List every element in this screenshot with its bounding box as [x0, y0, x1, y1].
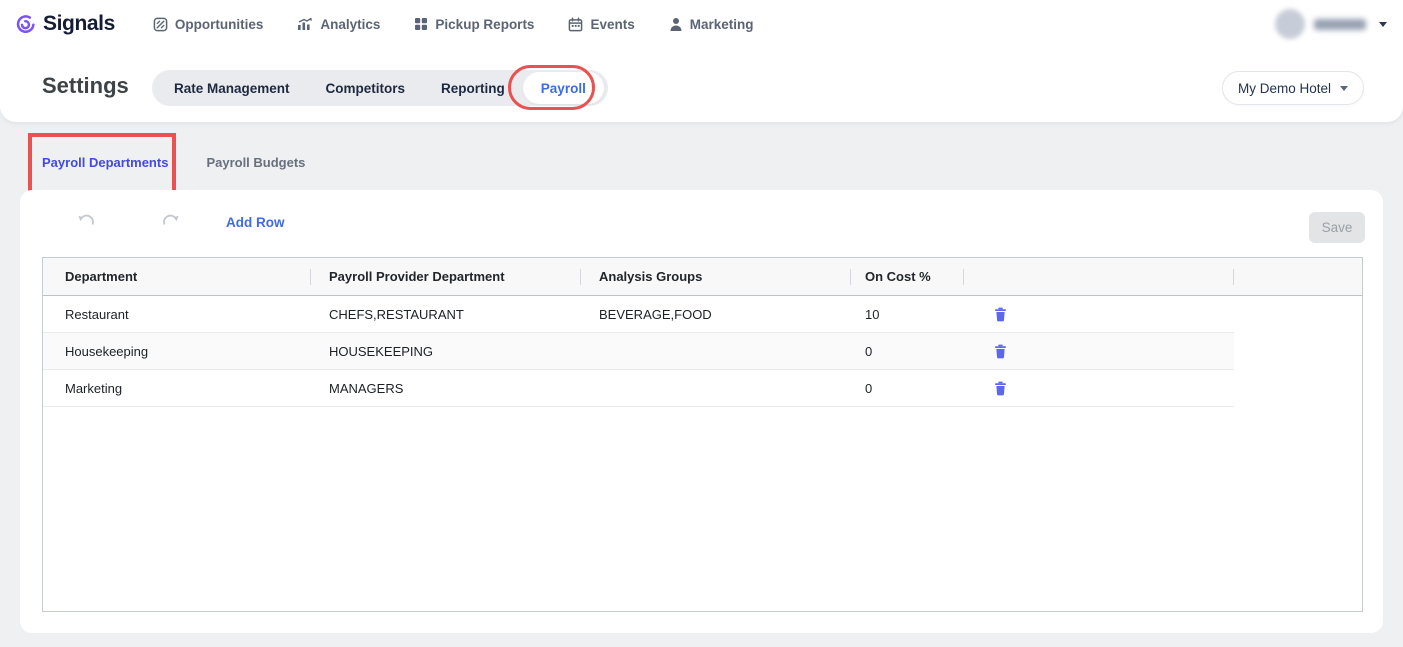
column-header-on-cost-pct[interactable]: On Cost %	[851, 258, 964, 295]
nav-label: Events	[590, 17, 634, 32]
settings-tab-group: Rate Management Competitors Reporting Pa…	[152, 70, 608, 106]
table-row[interactable]: Marketing MANAGERS 0	[43, 370, 1234, 407]
column-header-actions	[964, 258, 1234, 295]
cell-payroll-provider-department[interactable]: CHEFS,RESTAURANT	[311, 307, 581, 322]
column-header-payroll-provider-department[interactable]: Payroll Provider Department	[311, 258, 581, 295]
chevron-down-icon	[1340, 86, 1348, 91]
delete-row-button[interactable]	[994, 307, 1007, 322]
table-header-row: Department Payroll Provider Department A…	[43, 258, 1362, 296]
analytics-icon	[297, 17, 313, 31]
pickup-reports-icon	[414, 17, 428, 31]
tab-payroll[interactable]: Payroll	[523, 72, 604, 104]
table-row[interactable]: Housekeeping HOUSEKEEPING 0	[43, 333, 1234, 370]
subtab-payroll-departments[interactable]: Payroll Departments	[42, 155, 168, 182]
tab-competitors[interactable]: Competitors	[308, 70, 424, 106]
cell-analysis-groups[interactable]: BEVERAGE,FOOD	[581, 307, 851, 322]
nav-item-marketing[interactable]: Marketing	[669, 17, 754, 32]
nav-item-analytics[interactable]: Analytics	[297, 17, 380, 32]
table-row[interactable]: Restaurant CHEFS,RESTAURANT BEVERAGE,FOO…	[43, 296, 1234, 333]
subtab-label: Payroll Departments	[42, 155, 168, 170]
nav-item-pickup-reports[interactable]: Pickup Reports	[414, 17, 534, 32]
nav-label: Pickup Reports	[435, 17, 534, 32]
column-header-department[interactable]: Department	[43, 258, 311, 295]
trash-icon	[994, 307, 1007, 322]
brand-logo[interactable]: Signals	[14, 12, 115, 36]
events-icon	[568, 17, 583, 32]
undo-button[interactable]	[77, 212, 97, 233]
tab-reporting[interactable]: Reporting	[423, 70, 523, 106]
add-row-button[interactable]: Add Row	[226, 215, 285, 230]
trash-icon	[994, 381, 1007, 396]
cell-department[interactable]: Restaurant	[43, 307, 311, 322]
hotel-selector-label: My Demo Hotel	[1238, 81, 1331, 96]
redo-icon	[160, 212, 180, 228]
cell-department[interactable]: Marketing	[43, 381, 311, 396]
signals-logo-icon	[14, 13, 37, 36]
trash-icon	[994, 344, 1007, 359]
payroll-subtabs: Payroll Departments Payroll Budgets	[42, 155, 305, 182]
cell-department[interactable]: Housekeeping	[43, 344, 311, 359]
payroll-departments-table: Department Payroll Provider Department A…	[42, 257, 1363, 612]
nav-label: Marketing	[690, 17, 754, 32]
undo-icon	[77, 212, 97, 228]
chevron-down-icon	[1379, 22, 1387, 27]
cell-on-cost-pct[interactable]: 0	[851, 381, 964, 396]
nav-item-events[interactable]: Events	[568, 17, 634, 32]
nav-item-opportunities[interactable]: Opportunities	[153, 17, 264, 32]
cell-on-cost-pct[interactable]: 0	[851, 344, 964, 359]
delete-row-button[interactable]	[994, 381, 1007, 396]
save-button[interactable]: Save	[1309, 212, 1365, 243]
nav-label: Analytics	[320, 17, 380, 32]
marketing-icon	[669, 17, 683, 32]
payroll-departments-panel: Add Row Save Department Payroll Provider…	[20, 190, 1383, 633]
hotel-selector-dropdown[interactable]: My Demo Hotel	[1222, 71, 1364, 105]
redo-button[interactable]	[160, 212, 180, 233]
main-nav: Opportunities Analytics Pickup Reports E…	[153, 17, 754, 32]
opportunities-icon	[153, 17, 168, 32]
avatar	[1275, 9, 1305, 39]
tab-rate-management[interactable]: Rate Management	[156, 70, 308, 106]
cell-payroll-provider-department[interactable]: MANAGERS	[311, 381, 581, 396]
subtab-label: Payroll Budgets	[206, 155, 305, 170]
column-header-spacer	[1234, 258, 1362, 295]
cell-on-cost-pct[interactable]: 10	[851, 307, 964, 322]
page-title: Settings	[42, 73, 129, 99]
user-name-redacted	[1314, 19, 1366, 30]
brand-name: Signals	[43, 12, 115, 36]
cell-payroll-provider-department[interactable]: HOUSEKEEPING	[311, 344, 581, 359]
top-navbar: Signals Opportunities Analytics Pickup R…	[0, 0, 1403, 48]
nav-label: Opportunities	[175, 17, 264, 32]
subtab-payroll-budgets[interactable]: Payroll Budgets	[206, 155, 305, 182]
column-header-analysis-groups[interactable]: Analysis Groups	[581, 258, 851, 295]
user-menu[interactable]	[1275, 9, 1387, 39]
delete-row-button[interactable]	[994, 344, 1007, 359]
